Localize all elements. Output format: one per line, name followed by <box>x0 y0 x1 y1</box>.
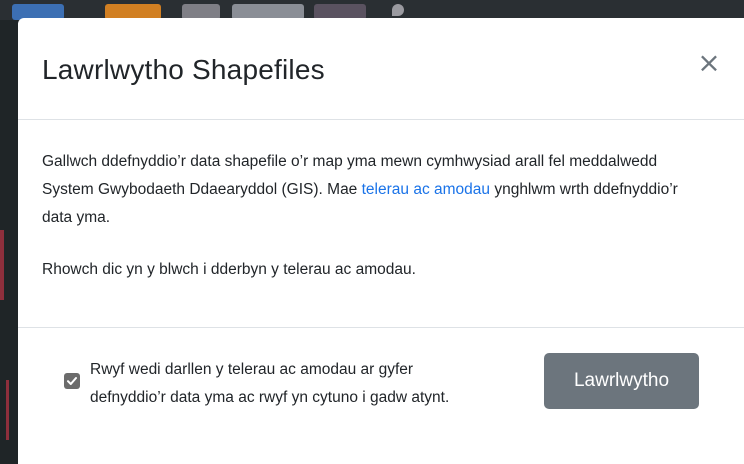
close-icon: × <box>697 46 721 79</box>
consent-label[interactable]: Rwyf wedi darllen y telerau ac amodau ar… <box>90 356 490 412</box>
download-button[interactable]: Lawrlwytho <box>544 353 699 409</box>
map-toolbar <box>0 0 744 20</box>
checkmark-icon <box>67 377 77 385</box>
map-feature-line <box>0 230 4 300</box>
terms-and-conditions-link[interactable]: telerau ac amodau <box>362 181 490 198</box>
close-button[interactable]: × <box>694 48 724 78</box>
description-paragraph: Gallwch ddefnyddio’r data shapefile o’r … <box>42 148 712 232</box>
pin-icon[interactable] <box>392 4 404 16</box>
map-feature-line <box>6 380 9 440</box>
consent-checkbox[interactable] <box>64 373 80 389</box>
modal-header: Lawrlwytho Shapefiles × <box>18 18 744 120</box>
modal-footer: Rwyf wedi darllen y telerau ac amodau ar… <box>18 328 744 464</box>
modal-body: Gallwch ddefnyddio’r data shapefile o’r … <box>18 120 744 328</box>
modal-title: Lawrlwytho Shapefiles <box>42 54 325 85</box>
instruction-paragraph: Rhowch dic yn y blwch i dderbyn y telera… <box>42 261 416 278</box>
download-shapefiles-modal: Lawrlwytho Shapefiles × Gallwch ddefnydd… <box>18 18 744 464</box>
